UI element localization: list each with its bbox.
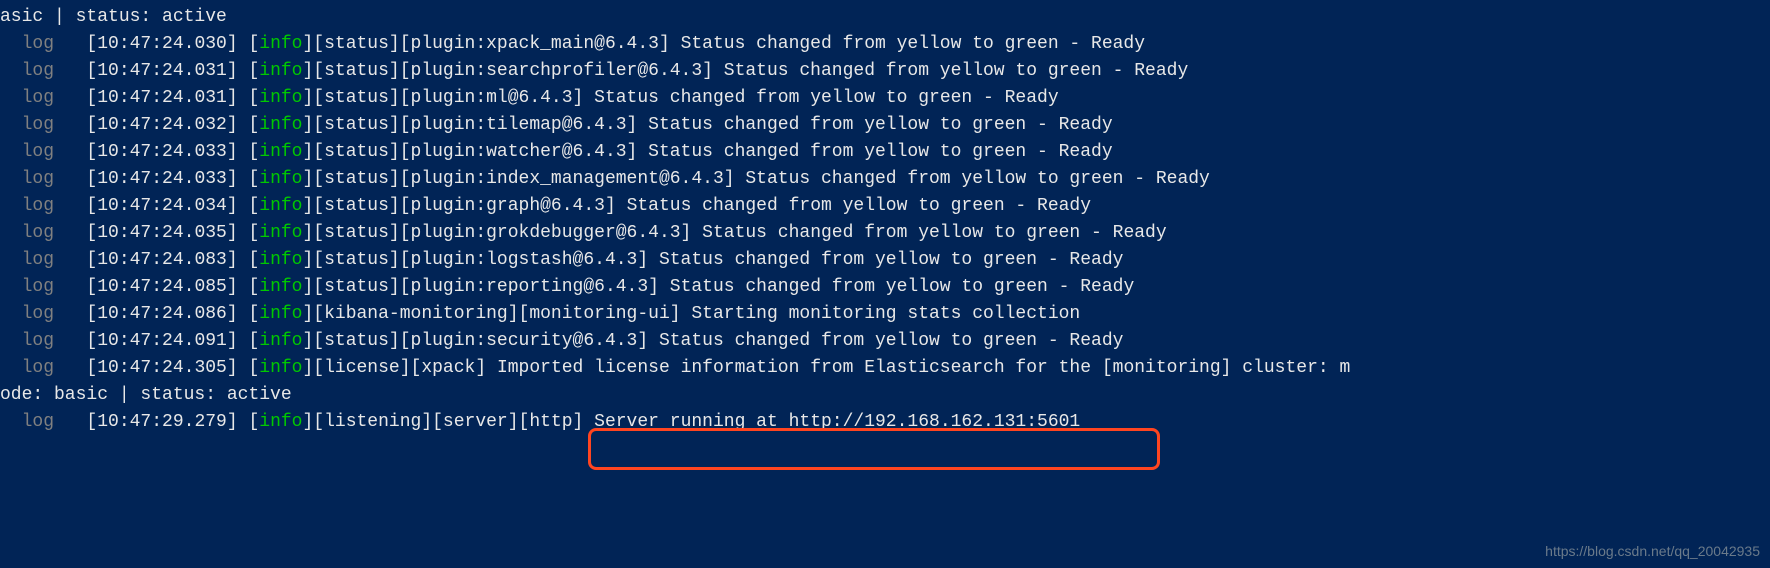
log-label: log	[22, 304, 54, 324]
log-tags: [status][plugin:index_management@6.4.3]	[313, 169, 745, 189]
log-line: log [10:47:24.031] [info][status][plugin…	[0, 85, 1770, 112]
log-label: log	[22, 358, 54, 378]
log-timestamp: [10:47:24.083]	[86, 250, 248, 270]
log-line: log [10:47:24.034] [info][status][plugin…	[0, 193, 1770, 220]
log-message: Status changed from yellow to green - Re…	[648, 142, 1112, 162]
log-message: Status changed from yellow to green - Re…	[745, 169, 1209, 189]
log-level: info	[259, 34, 302, 54]
log-tags: [status][plugin:watcher@6.4.3]	[313, 142, 648, 162]
log-line: log [10:47:24.091] [info][status][plugin…	[0, 328, 1770, 355]
log-label: log	[22, 61, 54, 81]
log-fragment: ode: basic | status: active	[0, 382, 1770, 409]
log-tags: [kibana-monitoring][monitoring-ui]	[313, 304, 691, 324]
log-label: log	[22, 223, 54, 243]
log-line: log [10:47:24.033] [info][status][plugin…	[0, 139, 1770, 166]
log-timestamp: [10:47:24.032]	[86, 115, 248, 135]
log-timestamp: [10:47:24.085]	[86, 277, 248, 297]
log-level: info	[259, 61, 302, 81]
log-message: Status changed from yellow to green - Re…	[594, 88, 1058, 108]
log-message: Starting monitoring stats collection	[691, 304, 1080, 324]
log-message: Status changed from yellow to green - Re…	[670, 277, 1134, 297]
log-label: log	[22, 250, 54, 270]
log-timestamp: [10:47:24.035]	[86, 223, 248, 243]
log-message: Status changed from yellow to green - Re…	[681, 34, 1145, 54]
log-line: log [10:47:24.032] [info][status][plugin…	[0, 112, 1770, 139]
log-timestamp: [10:47:24.031]	[86, 88, 248, 108]
log-level: info	[259, 331, 302, 351]
log-tags: [status][plugin:security@6.4.3]	[313, 331, 659, 351]
log-tags: [status][plugin:grokdebugger@6.4.3]	[313, 223, 702, 243]
log-line: log [10:47:24.030] [info][status][plugin…	[0, 31, 1770, 58]
log-line: log [10:47:24.035] [info][status][plugin…	[0, 220, 1770, 247]
log-message: Imported license information from Elasti…	[497, 358, 1350, 378]
log-message: Status changed from yellow to green - Re…	[627, 196, 1091, 216]
log-label: log	[22, 412, 54, 432]
log-level: info	[259, 142, 302, 162]
log-level: info	[259, 412, 302, 432]
log-tags: [status][plugin:searchprofiler@6.4.3]	[313, 61, 723, 81]
log-message: Status changed from yellow to green - Re…	[724, 61, 1188, 81]
log-label: log	[22, 142, 54, 162]
log-level: info	[259, 358, 302, 378]
log-message: Status changed from yellow to green - Re…	[659, 331, 1123, 351]
log-timestamp: [10:47:24.305]	[86, 358, 248, 378]
log-message: Status changed from yellow to green - Re…	[648, 115, 1112, 135]
log-tags: [status][plugin:reporting@6.4.3]	[313, 277, 669, 297]
log-label: log	[22, 196, 54, 216]
log-label: log	[22, 88, 54, 108]
log-tags: [status][plugin:ml@6.4.3]	[313, 88, 594, 108]
log-timestamp: [10:47:24.033]	[86, 142, 248, 162]
log-line: log [10:47:24.033] [info][status][plugin…	[0, 166, 1770, 193]
log-line: log [10:47:24.085] [info][status][plugin…	[0, 274, 1770, 301]
log-timestamp: [10:47:24.086]	[86, 304, 248, 324]
log-level: info	[259, 277, 302, 297]
log-timestamp: [10:47:29.279]	[86, 412, 248, 432]
log-timestamp: [10:47:24.031]	[86, 61, 248, 81]
log-line: log [10:47:24.086] [info][kibana-monitor…	[0, 301, 1770, 328]
log-line: log [10:47:24.305] [info][license][xpack…	[0, 355, 1770, 382]
log-label: log	[22, 277, 54, 297]
log-level: info	[259, 304, 302, 324]
watermark-text: https://blog.csdn.net/qq_20042935	[1545, 541, 1760, 562]
log-level: info	[259, 115, 302, 135]
log-tags: [status][plugin:tilemap@6.4.3]	[313, 115, 648, 135]
log-level: info	[259, 88, 302, 108]
log-label: log	[22, 115, 54, 135]
log-timestamp: [10:47:24.033]	[86, 169, 248, 189]
log-tags: [status][plugin:xpack_main@6.4.3]	[313, 34, 680, 54]
log-message: Status changed from yellow to green - Re…	[659, 250, 1123, 270]
log-tags: [status][plugin:logstash@6.4.3]	[313, 250, 659, 270]
log-message: Server running at http://192.168.162.131…	[594, 412, 1080, 432]
log-level: info	[259, 169, 302, 189]
terminal-output: asic | status: active log [10:47:24.030]…	[0, 4, 1770, 436]
log-timestamp: [10:47:24.030]	[86, 34, 248, 54]
log-label: log	[22, 34, 54, 54]
log-level: info	[259, 196, 302, 216]
log-timestamp: [10:47:24.091]	[86, 331, 248, 351]
log-tags: [listening][server][http]	[313, 412, 594, 432]
log-label: log	[22, 331, 54, 351]
log-level: info	[259, 223, 302, 243]
log-line: log [10:47:24.083] [info][status][plugin…	[0, 247, 1770, 274]
log-label: log	[22, 169, 54, 189]
log-line: log [10:47:29.279] [info][listening][ser…	[0, 409, 1770, 436]
log-tags: [license][xpack]	[313, 358, 497, 378]
log-timestamp: [10:47:24.034]	[86, 196, 248, 216]
log-tags: [status][plugin:graph@6.4.3]	[313, 196, 626, 216]
log-line: log [10:47:24.031] [info][status][plugin…	[0, 58, 1770, 85]
log-fragment: asic | status: active	[0, 4, 1770, 31]
log-message: Status changed from yellow to green - Re…	[702, 223, 1166, 243]
log-level: info	[259, 250, 302, 270]
